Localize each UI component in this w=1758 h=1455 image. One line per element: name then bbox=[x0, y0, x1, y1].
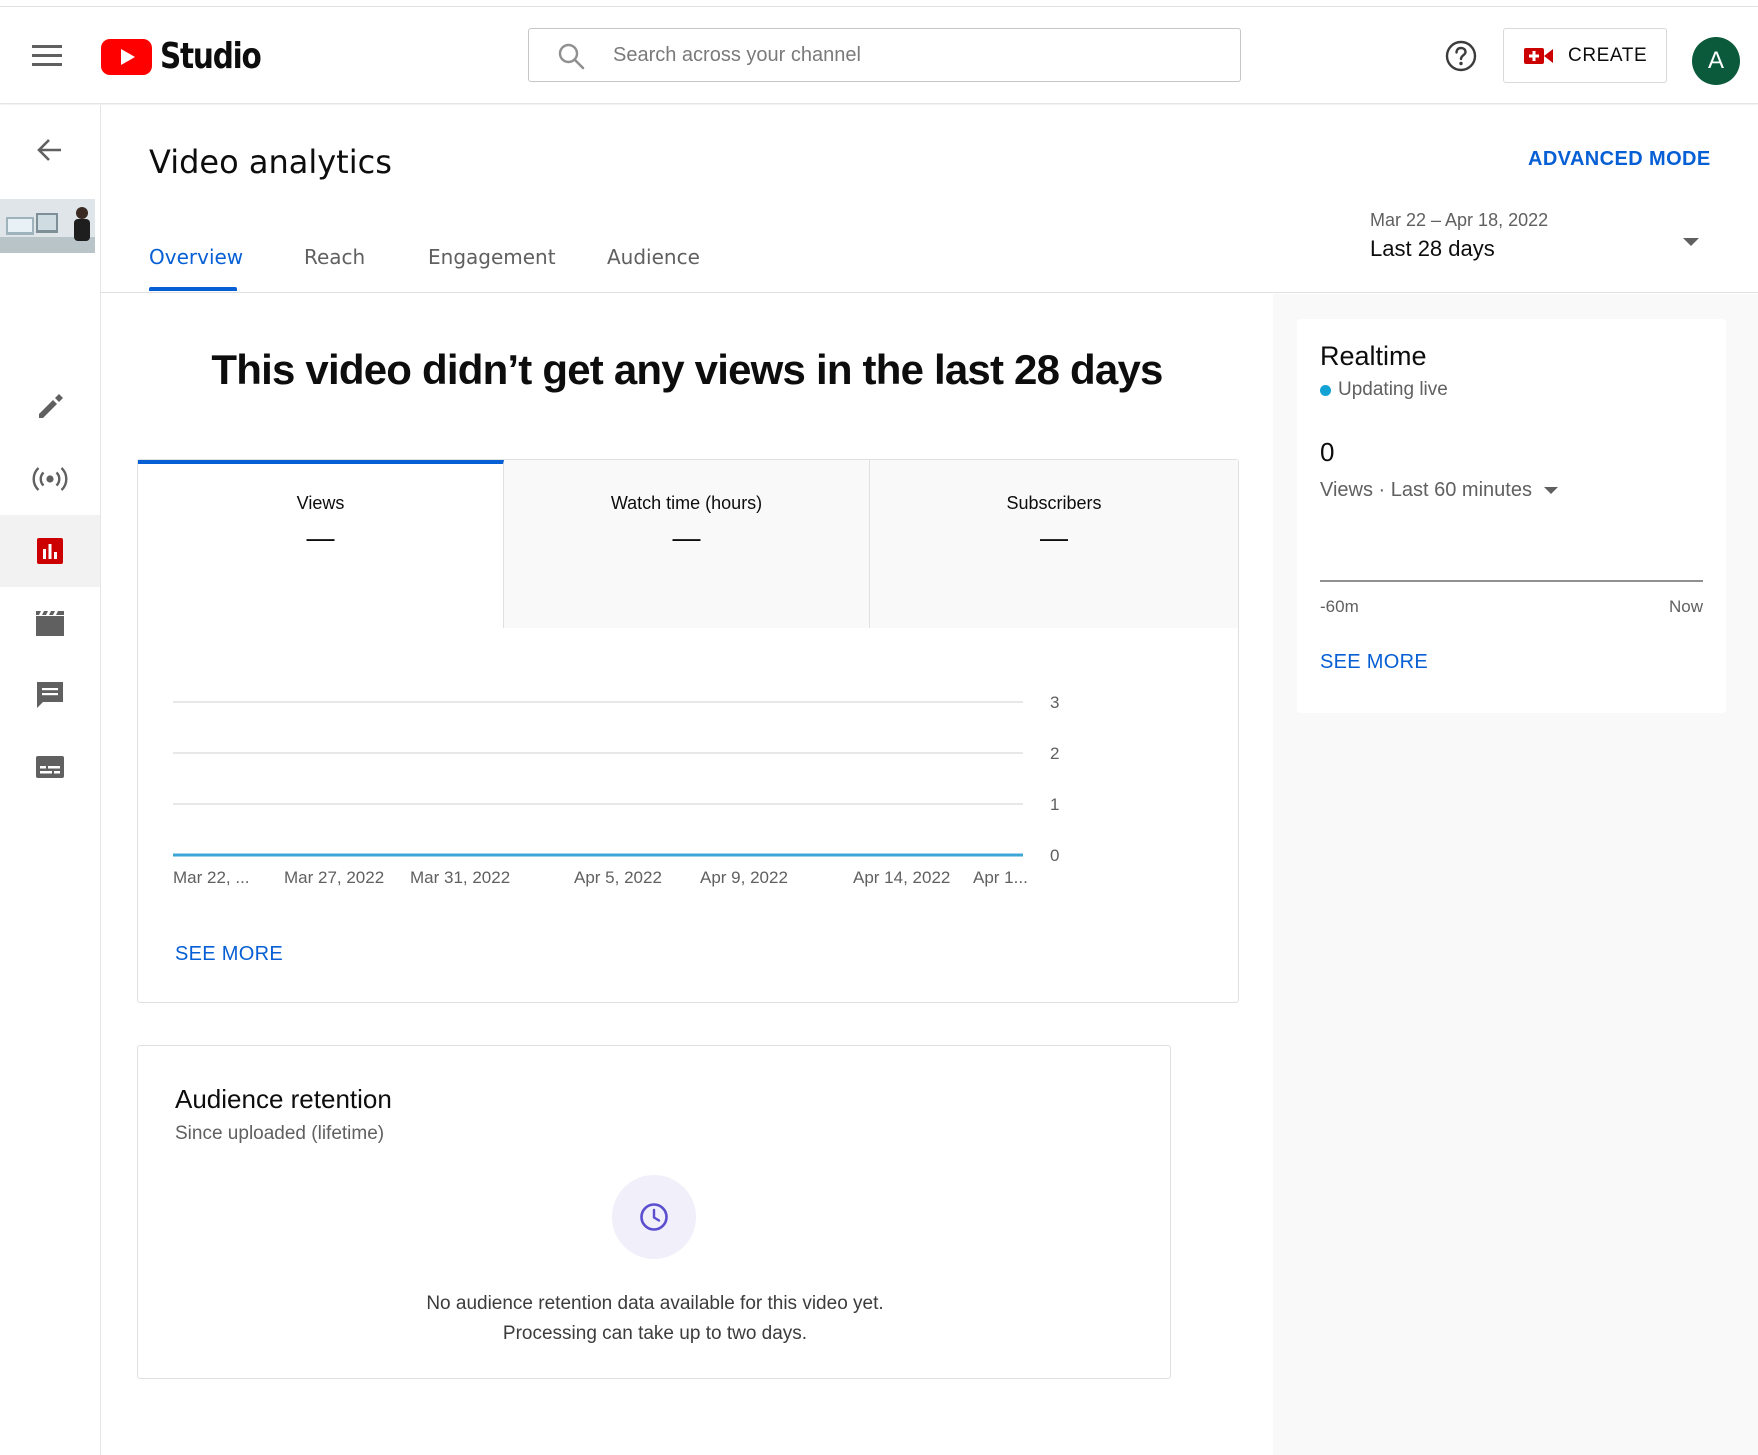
live-dot-icon bbox=[1320, 384, 1331, 396]
pencil-icon bbox=[39, 394, 63, 418]
metric-value: — bbox=[1040, 522, 1068, 553]
x-tick-label: Apr 9, 2022 bbox=[700, 868, 788, 887]
metric-label: Watch time (hours) bbox=[610, 493, 763, 513]
no-views-headline: This video didn’t get any views in the l… bbox=[211, 346, 1163, 393]
active-tab-indicator bbox=[149, 287, 237, 291]
date-range-text: Mar 22 – Apr 18, 2022 bbox=[1370, 210, 1549, 230]
tab-audience[interactable]: Audience bbox=[607, 245, 700, 269]
retention-message-line2: Processing can take up to two days. bbox=[502, 1323, 808, 1344]
rail-item-editor[interactable] bbox=[0, 587, 100, 659]
video-thumbnail[interactable] bbox=[0, 199, 95, 253]
metric-label: Views bbox=[296, 493, 345, 513]
y-tick-label: 3 bbox=[1050, 693, 1059, 712]
metric-tab-views[interactable]: Views — bbox=[138, 460, 504, 628]
window-top-edge bbox=[0, 0, 1758, 7]
audience-retention-card: Audience retention Since uploaded (lifet… bbox=[137, 1045, 1171, 1379]
rail-item-analytics[interactable] bbox=[0, 515, 100, 587]
retention-message-line1: No audience retention data available for… bbox=[426, 1293, 884, 1314]
chevron-down-icon[interactable] bbox=[1683, 238, 1699, 246]
back-button[interactable] bbox=[0, 114, 100, 186]
logo-text: Studio bbox=[160, 36, 262, 77]
studio-logo[interactable]: Studio bbox=[101, 36, 283, 77]
tab-reach[interactable]: Reach bbox=[304, 245, 365, 269]
help-icon[interactable] bbox=[1444, 39, 1478, 73]
clock-icon bbox=[640, 1203, 668, 1231]
analytics-icon bbox=[37, 538, 63, 564]
chevron-down-icon bbox=[1543, 487, 1558, 494]
x-tick-label: Apr 1... bbox=[973, 868, 1028, 887]
realtime-title: Realtime bbox=[1320, 341, 1427, 371]
metric-value: — bbox=[306, 522, 335, 553]
live-status-text: Updating live bbox=[1338, 379, 1448, 400]
x-tick-label: Apr 5, 2022 bbox=[574, 868, 662, 887]
realtime-axis-start: -60m bbox=[1320, 597, 1359, 616]
realtime-card: Realtime Updating live 0 Views · Last 60… bbox=[1297, 319, 1726, 713]
see-more-button[interactable]: SEE MORE bbox=[175, 943, 283, 966]
metrics-card: Views — Watch time (hours) — Subscribers… bbox=[137, 459, 1239, 1003]
create-button[interactable]: CREATE bbox=[1503, 28, 1667, 83]
subtitles-icon bbox=[36, 756, 64, 778]
realtime-see-more-button[interactable]: SEE MORE bbox=[1320, 651, 1428, 674]
clock-icon-container bbox=[612, 1175, 696, 1259]
y-tick-label: 1 bbox=[1050, 795, 1059, 814]
retention-subtitle: Since uploaded (lifetime) bbox=[175, 1123, 385, 1144]
metric-tab-subscribers[interactable]: Subscribers — bbox=[870, 460, 1238, 628]
y-tick-label: 0 bbox=[1050, 846, 1059, 865]
thumbnail-image bbox=[0, 199, 95, 253]
x-tick-label: Mar 22, ... bbox=[173, 868, 250, 887]
comment-icon bbox=[37, 682, 63, 708]
analytics-header: Video analytics ADVANCED MODE Overview R… bbox=[101, 105, 1758, 293]
retention-message: No audience retention data available for… bbox=[138, 1289, 1172, 1349]
retention-title: Audience retention bbox=[175, 1084, 392, 1114]
live-broadcast-icon bbox=[32, 467, 68, 491]
tab-overview[interactable]: Overview bbox=[149, 245, 243, 269]
side-panel: Realtime Updating live 0 Views · Last 60… bbox=[1273, 294, 1758, 1455]
x-tick-label: Apr 14, 2022 bbox=[853, 868, 950, 887]
page-title: Video analytics bbox=[149, 143, 392, 181]
views-line-chart: 0 1 2 3 Mar 22, ... Mar 27, 2022 Mar 31, 2022 A… bbox=[173, 693, 1059, 887]
metric-label: Subscribers bbox=[1006, 493, 1102, 513]
back-arrow-icon bbox=[37, 139, 61, 161]
realtime-metric-selector[interactable]: Views · Last 60 minutes bbox=[1320, 479, 1558, 502]
create-label: CREATE bbox=[1568, 44, 1648, 66]
y-tick-label: 2 bbox=[1050, 744, 1059, 763]
youtube-play-icon bbox=[101, 38, 152, 75]
top-app-bar: Studio CREATE A bbox=[0, 7, 1758, 104]
x-tick-label: Mar 31, 2022 bbox=[410, 868, 510, 887]
realtime-count: 0 bbox=[1320, 437, 1335, 467]
advanced-mode-button[interactable]: ADVANCED MODE bbox=[1528, 148, 1711, 171]
realtime-axis-line bbox=[1320, 580, 1703, 582]
search-input[interactable] bbox=[613, 29, 1213, 81]
left-rail bbox=[0, 105, 101, 1455]
live-status: Updating live bbox=[1320, 379, 1448, 401]
search-icon[interactable] bbox=[557, 42, 585, 70]
metric-tab-watch-time[interactable]: Watch time (hours) — bbox=[504, 460, 870, 628]
rail-item-comments[interactable] bbox=[0, 659, 100, 731]
rail-item-live[interactable] bbox=[0, 443, 100, 515]
rail-item-details[interactable] bbox=[0, 371, 100, 443]
realtime-metric-label: Views · Last 60 minutes bbox=[1320, 479, 1532, 501]
clapperboard-icon bbox=[36, 611, 64, 636]
create-video-icon bbox=[1524, 47, 1553, 64]
rail-item-subtitles[interactable] bbox=[0, 731, 100, 803]
date-period-selector[interactable]: Last 28 days bbox=[1370, 236, 1495, 262]
x-tick-label: Mar 27, 2022 bbox=[284, 868, 384, 887]
main-content: This video didn’t get any views in the l… bbox=[101, 294, 1273, 1455]
metric-value: — bbox=[672, 522, 701, 553]
tab-engagement[interactable]: Engagement bbox=[428, 245, 556, 269]
menu-icon[interactable] bbox=[32, 45, 62, 67]
search-box[interactable] bbox=[528, 28, 1241, 82]
realtime-axis-end: Now bbox=[1668, 597, 1703, 616]
avatar[interactable]: A bbox=[1692, 37, 1740, 85]
